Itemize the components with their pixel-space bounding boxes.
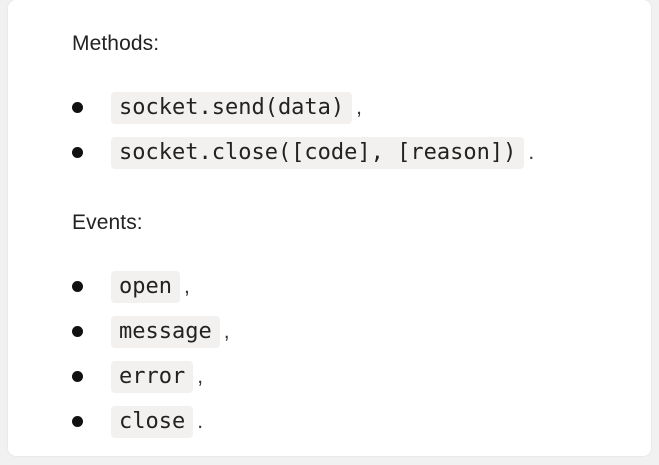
list-item: message , [68, 309, 230, 354]
event-punct: , [183, 274, 190, 298]
event-code: message [111, 315, 220, 348]
event-code: close [111, 405, 194, 438]
event-code: open [111, 270, 180, 303]
list-item: error , [68, 354, 230, 399]
bullet-icon [72, 102, 83, 113]
event-punct: , [223, 319, 230, 343]
list-item: socket.send(data) , [68, 85, 534, 130]
list-item: socket.close([code], [reason]) . [68, 130, 534, 175]
methods-heading: Methods: [72, 32, 160, 55]
event-punct: . [197, 409, 204, 433]
events-list: open , message , error , close . [68, 264, 230, 444]
list-item: open , [68, 264, 230, 309]
method-code: socket.send(data) [111, 91, 353, 124]
bullet-icon [72, 416, 83, 427]
method-punct: . [528, 140, 535, 164]
event-code: error [111, 360, 194, 393]
bullet-icon [72, 326, 83, 337]
method-code: socket.close([code], [reason]) [111, 136, 525, 169]
method-punct: , [356, 95, 363, 119]
methods-list: socket.send(data) , socket.close([code],… [68, 85, 534, 175]
slide-card: Methods: socket.send(data) , socket.clos… [8, 0, 651, 456]
bullet-icon [72, 147, 83, 158]
events-heading: Events: [72, 211, 143, 234]
bullet-icon [72, 371, 83, 382]
bullet-icon [72, 281, 83, 292]
event-punct: , [197, 364, 204, 388]
list-item: close . [68, 399, 230, 444]
